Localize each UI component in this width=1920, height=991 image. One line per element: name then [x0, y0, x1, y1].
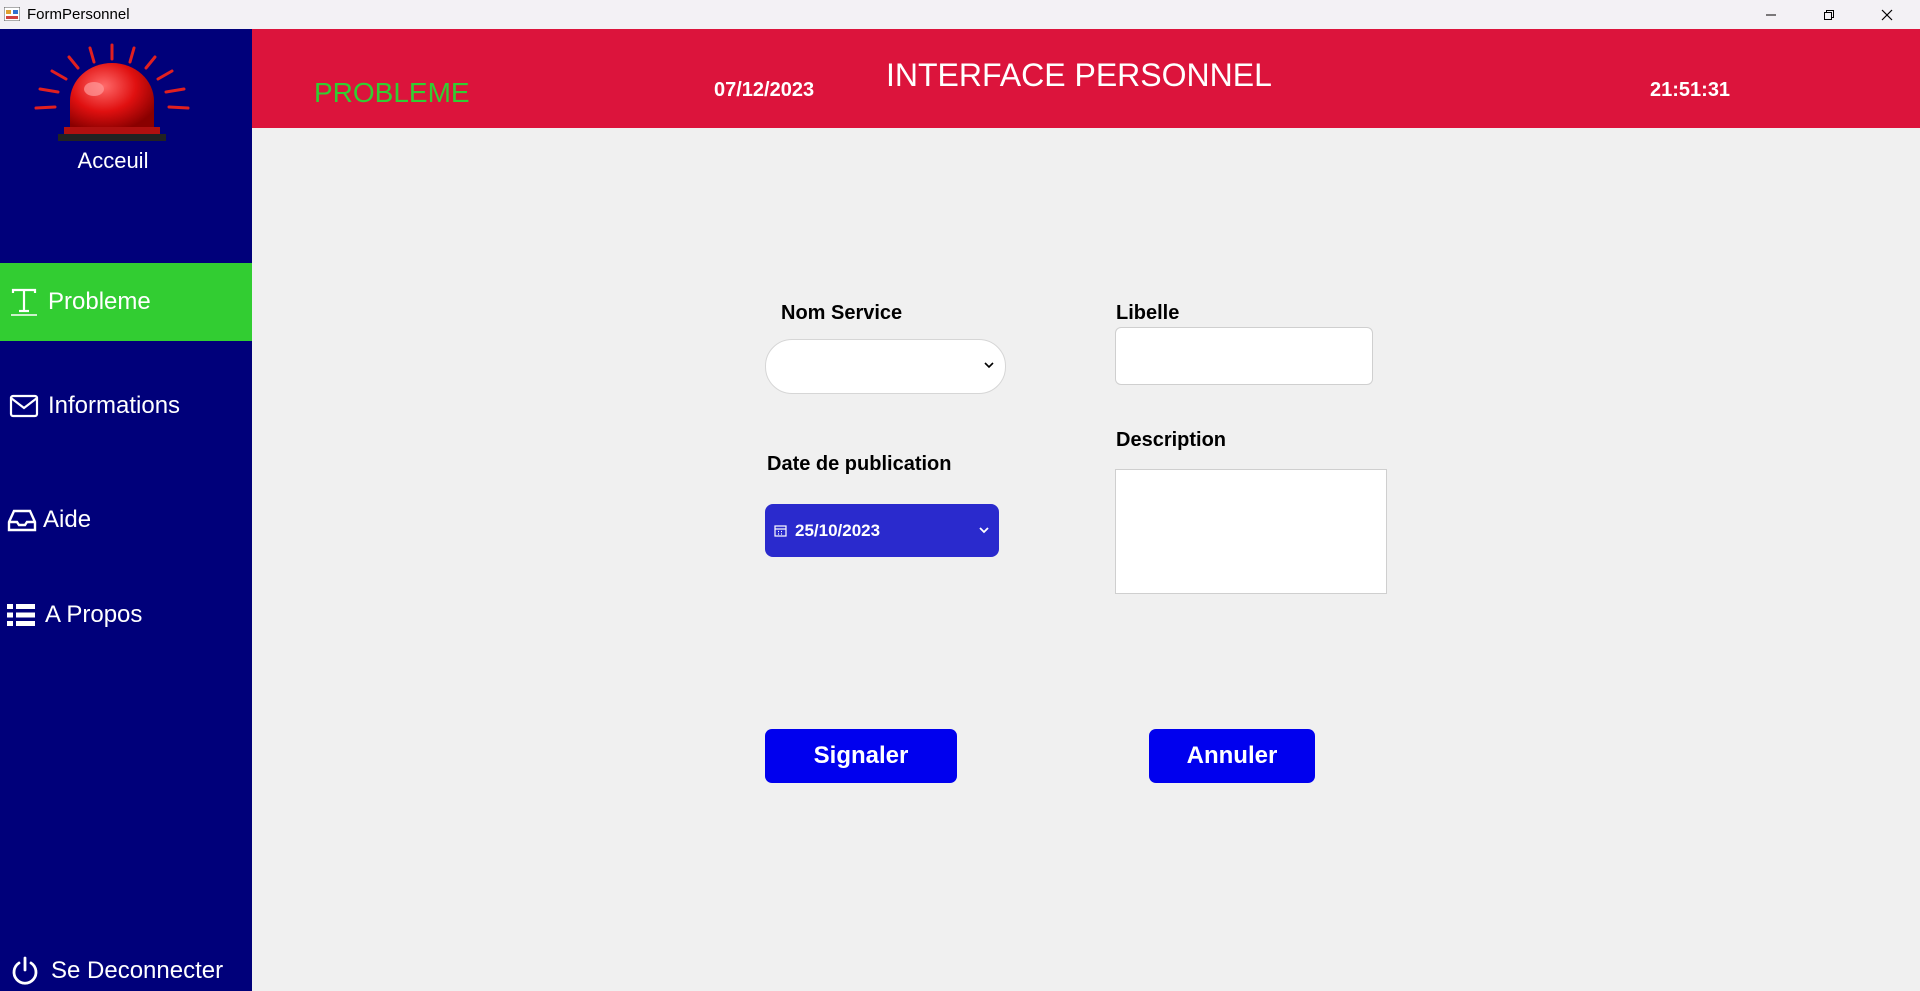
chevron-down-icon	[979, 527, 989, 534]
list-icon	[6, 600, 36, 630]
minimize-icon	[1766, 14, 1776, 15]
sidebar-item-a-propos[interactable]: A Propos	[0, 576, 252, 654]
window-title: FormPersonnel	[27, 6, 130, 23]
logout-button[interactable]: Se Deconnecter	[0, 951, 252, 991]
header-date: 07/12/2023	[714, 79, 815, 101]
description-textarea[interactable]	[1115, 469, 1387, 594]
app-icon	[4, 7, 20, 21]
logout-label: Se Deconnecter	[51, 957, 224, 984]
power-icon	[9, 955, 41, 987]
description-label: Description	[1116, 429, 1227, 451]
current-section-label: PROBLEME	[314, 77, 470, 108]
signaler-button[interactable]: Signaler	[765, 729, 957, 783]
calendar-icon	[774, 524, 787, 537]
sidebar-item-aide[interactable]: Aide	[0, 481, 252, 559]
date-publication-picker[interactable]: 25/10/2023	[765, 504, 999, 557]
home-label[interactable]: Acceuil	[0, 148, 226, 174]
mail-icon	[9, 391, 39, 421]
close-button[interactable]	[1858, 0, 1916, 29]
alarm-beacon-icon[interactable]	[28, 39, 200, 144]
header-bar: PROBLEME 07/12/2023 INTERFACE PERSONNEL …	[252, 29, 1920, 128]
libelle-label: Libelle	[1116, 302, 1180, 324]
close-icon	[1881, 9, 1893, 20]
page-title: INTERFACE PERSONNEL	[886, 57, 1272, 93]
text-icon	[9, 287, 39, 317]
header-time: 21:51:31	[1650, 79, 1731, 101]
minimize-button[interactable]	[1742, 0, 1800, 29]
restore-icon	[1824, 9, 1834, 20]
nom-service-select[interactable]	[765, 339, 1006, 394]
sidebar-item-label: A Propos	[45, 601, 143, 628]
inbox-icon	[7, 505, 37, 535]
sidebar: Acceuil Probleme Informations Aide A Pro…	[0, 29, 252, 991]
date-publication-value: 25/10/2023	[795, 520, 881, 540]
sidebar-item-label: Informations	[48, 392, 181, 419]
window-titlebar: FormPersonnel	[0, 0, 1920, 29]
restore-button[interactable]	[1800, 0, 1858, 29]
sidebar-item-label: Aide	[43, 506, 92, 533]
sidebar-item-label: Probleme	[48, 288, 151, 315]
nom-service-label: Nom Service	[781, 302, 903, 324]
libelle-field[interactable]	[1115, 327, 1373, 385]
sidebar-item-informations[interactable]: Informations	[0, 367, 252, 445]
sidebar-item-probleme[interactable]: Probleme	[0, 263, 252, 341]
chevron-down-icon	[984, 362, 994, 369]
annuler-button[interactable]: Annuler	[1149, 729, 1315, 783]
date-publication-label: Date de publication	[767, 453, 952, 475]
